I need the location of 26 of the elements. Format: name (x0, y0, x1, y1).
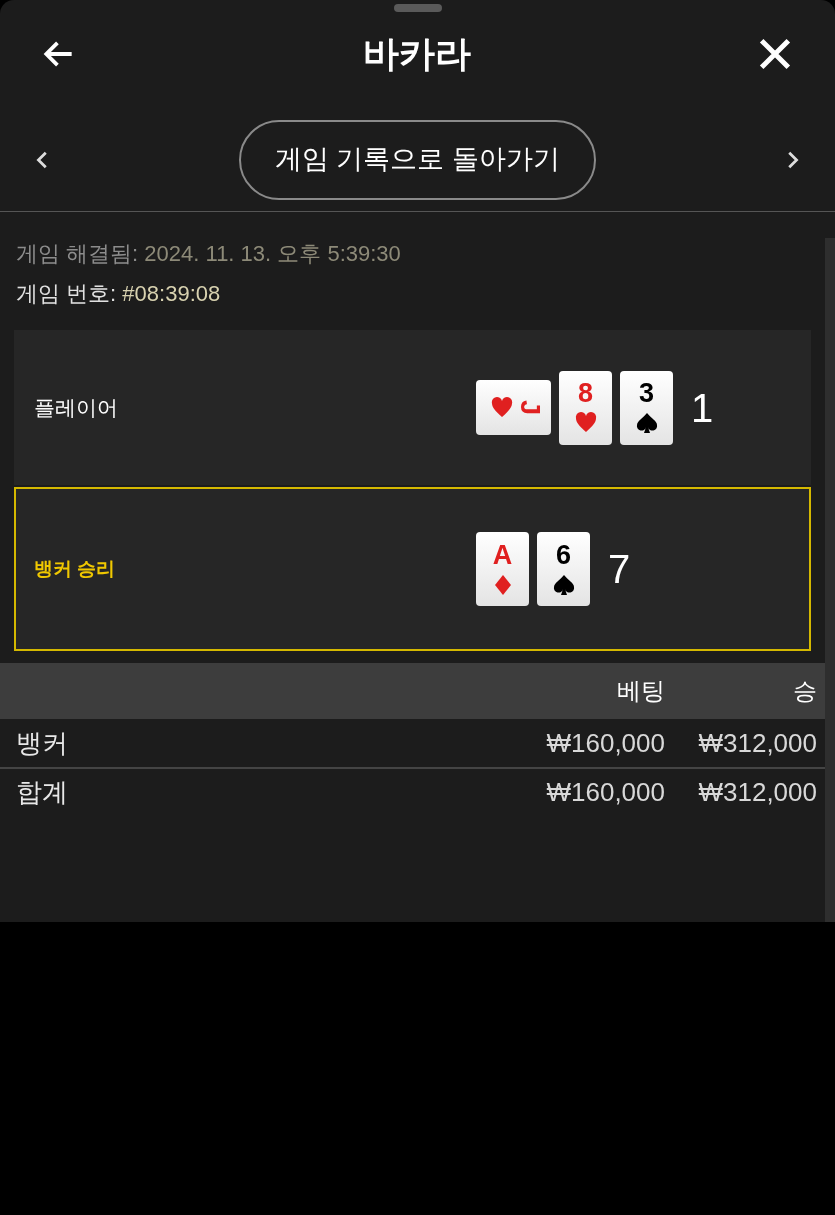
table-cell-text: ₩160,000 (545, 726, 665, 760)
table-cell-text: ₩312,000 (697, 726, 818, 760)
game-info-line: 게임 번호: #08:39:08 (16, 280, 222, 308)
table-cell-text: ₩312,000 (697, 775, 818, 809)
window-title: 바카라 (362, 32, 471, 76)
card-rank: J (516, 400, 543, 415)
back-to-history-button[interactable]: 게임 기록으로 돌아가기 (239, 119, 596, 200)
column-header: 승 (792, 676, 818, 706)
heart-icon (573, 411, 598, 435)
column-header: 베팅 (616, 676, 665, 706)
card-rank: 3 (639, 380, 654, 407)
card-rank: A (492, 541, 513, 569)
drag-handle[interactable] (394, 4, 442, 12)
heart-icon (490, 395, 514, 420)
hand-total: 7 (608, 546, 631, 593)
game-info-line: 게임 해결됨: 2024. 11. 13. 오후 5:39:30 (16, 240, 402, 268)
spade-icon (634, 411, 659, 435)
table-cell-text: ₩160,000 (545, 775, 665, 809)
hand-label: 뱅커 승리 (33, 556, 117, 581)
card-rank: 8 (578, 380, 593, 407)
hand-label: 플레이어 (33, 394, 119, 421)
hand-total: 1 (691, 384, 714, 432)
card-rank: 6 (556, 541, 571, 569)
table-cell-text: 합계 (15, 775, 69, 809)
table-cell-text: 뱅커 (15, 726, 69, 760)
scrollbar[interactable] (825, 238, 835, 922)
